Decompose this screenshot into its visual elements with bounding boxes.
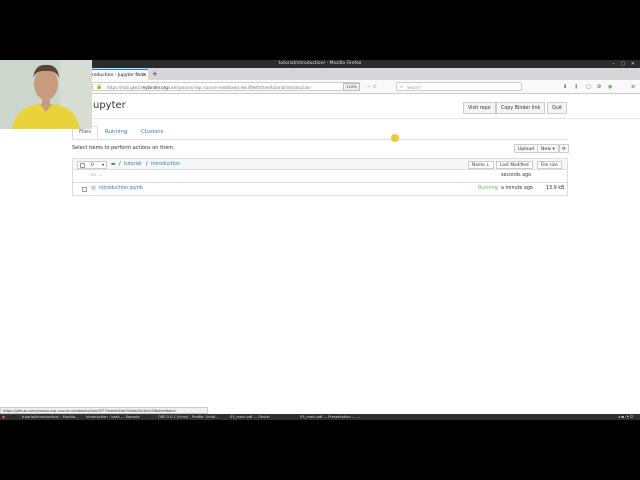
sort-size-button[interactable]: File size — [537, 161, 562, 169]
header-divider — [0, 118, 640, 119]
selection-hint: Select items to perform actions on them. — [72, 145, 175, 151]
tab-files[interactable]: Files — [79, 129, 91, 135]
library-icon[interactable]: ⫼ — [575, 83, 577, 91]
app-menu-icon[interactable]: ● — [2, 414, 5, 420]
mouse-cursor-highlight — [391, 134, 399, 142]
search-input[interactable]: ⌕ Search — [396, 82, 522, 91]
file-modified: seconds ago — [501, 173, 532, 178]
url-path: /user/pirasso-eqc-course-notebooks-wkuf9… — [167, 85, 311, 90]
upload-button[interactable]: Upload — [514, 144, 539, 153]
file-name[interactable]: introduction.ipynb — [99, 183, 143, 195]
tabs-divider — [72, 139, 568, 140]
taskbar-item[interactable]: introduction : bash — Konsole — [86, 414, 140, 420]
browser-tab-label: ...troduction - Jupyter Note — [86, 73, 147, 78]
navigation-bar: 🔒 https://hub.gke2.mybinder.org/user/pir… — [0, 80, 640, 94]
tab-running[interactable]: Running — [105, 129, 128, 135]
sort-modified-button[interactable]: Last Modified — [496, 161, 533, 169]
url-bar[interactable]: 🔒 https://hub.gke2.mybinder.org/user/pir… — [92, 82, 360, 91]
presenter-photo — [0, 60, 92, 129]
selected-count: 0 — [91, 163, 94, 168]
select-all-dropdown[interactable]: 0 ▾ — [77, 161, 107, 169]
file-name[interactable]: .. — [99, 170, 102, 182]
search-placeholder: Search — [407, 85, 421, 90]
screen: tutorial/introduction/ - Mozilla Firefox… — [0, 60, 640, 420]
select-all-checkbox[interactable] — [80, 163, 85, 168]
url-host: mybinder.org — [141, 85, 168, 90]
quit-button[interactable]: Quit — [547, 102, 568, 114]
new-button[interactable]: New ▾ — [537, 144, 559, 153]
list-item-parent[interactable]: ▭ .. seconds ago — [72, 170, 568, 183]
file-size: 13.9 kB — [546, 186, 565, 191]
new-tab-button[interactable]: + — [152, 69, 158, 80]
jupyter-logo[interactable]: upyter — [93, 100, 126, 111]
taskbar: ● tutorial/introduction/ - Mozilla... in… — [0, 414, 640, 420]
url-prefix: https://hub.gke2. — [107, 85, 142, 90]
close-icon[interactable]: ✕ — [142, 70, 146, 80]
downloads-icon[interactable]: ⬇ — [563, 83, 567, 91]
chevron-down-icon: ▾ — [102, 163, 105, 168]
taskbar-item[interactable]: OBS 0.0.1 (linux) - Profile: Untitl... — [158, 414, 219, 420]
extension-icon[interactable]: ⚙ — [597, 83, 601, 91]
refresh-icon[interactable]: ⟳ — [559, 144, 569, 153]
menu-icon[interactable]: ≡ — [631, 83, 635, 91]
page-actions-icon[interactable]: ··· ☆ — [366, 83, 377, 91]
window-title: tutorial/introduction/ - Mozilla Firefox — [278, 61, 362, 66]
zoom-indicator[interactable]: 110% — [343, 83, 360, 91]
row-checkbox[interactable] — [82, 187, 87, 192]
file-modified: a minute ago — [501, 186, 533, 191]
system-tray[interactable]: ◂ ▪ ◔ ⏻ — [618, 414, 633, 420]
tab-strip: ...troduction - Jupyter Note ✕ + — [0, 68, 640, 80]
list-item-notebook[interactable]: ▤ introduction.ipynb Running a minute ag… — [72, 183, 568, 196]
tab-clusters[interactable]: Clusters — [141, 129, 163, 135]
folder-icon: ▭ — [91, 173, 96, 178]
status-link: https://github.com/pirasso-eqc-course-no… — [0, 407, 208, 414]
addon-icon[interactable]: ◉ — [608, 83, 612, 91]
sort-name-button[interactable]: Name ↓ — [468, 161, 494, 169]
taskbar-item[interactable]: tutorial/introduction/ - Mozilla... — [22, 414, 79, 420]
notebook-icon: ▤ — [91, 186, 96, 191]
lock-icon: 🔒 — [96, 84, 103, 90]
file-list-header: 0 ▾ ▬ / tutorial / introduction Name ↓ L… — [72, 158, 568, 170]
running-badge: Running — [478, 186, 498, 191]
taskbar-item[interactable]: 03_main.pdf — Presentation — ... — [300, 414, 360, 420]
taskbar-item[interactable]: 03_main.pdf — Okular — [230, 414, 270, 420]
search-icon: ⌕ — [400, 84, 403, 90]
sidebar-icon[interactable]: ▢ — [586, 83, 591, 91]
window-controls[interactable]: – ▢ ✕ — [612, 60, 637, 68]
window-titlebar: tutorial/introduction/ - Mozilla Firefox… — [0, 60, 640, 68]
copy-binder-link-button[interactable]: Copy Binder link — [496, 102, 546, 114]
webcam-overlay — [0, 60, 92, 129]
visit-repo-button[interactable]: Visit repo — [463, 102, 496, 114]
